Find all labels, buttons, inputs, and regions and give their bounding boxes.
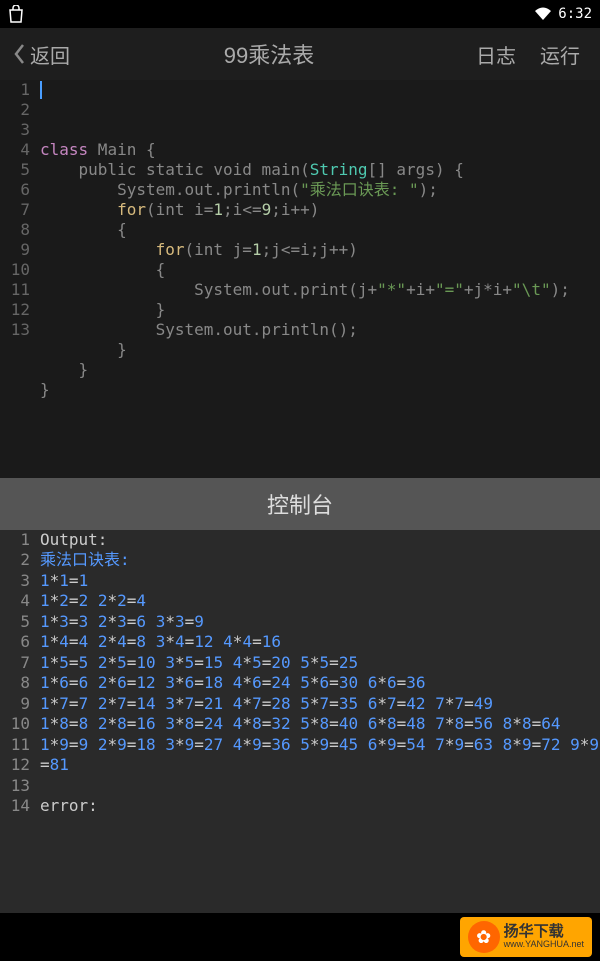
code-editor[interactable]: 12345678910111213 class Main { public st… — [0, 80, 600, 478]
toolbar: 返回 99乘法表 日志 运行 — [0, 28, 600, 80]
log-button[interactable]: 日志 — [468, 40, 524, 69]
table-row: 1*5=5 2*5=10 3*5=15 4*5=20 5*5=25 — [40, 653, 600, 673]
watermark-name: 扬华下载 — [504, 924, 584, 941]
line-number: 11 — [0, 280, 30, 300]
line-number: 10 — [0, 714, 30, 734]
table-row: 1*6=6 2*6=12 3*6=18 4*6=24 5*6=30 6*6=36 — [40, 673, 600, 693]
console-gutter: 1234567891011121314 — [0, 530, 36, 913]
line-number: 9 — [0, 694, 30, 714]
line-number: 6 — [0, 632, 30, 652]
table-row: 1*7=7 2*7=14 3*7=21 4*7=28 5*7=35 6*7=42… — [40, 694, 600, 714]
table-row: 1*2=2 2*2=4 — [40, 591, 600, 611]
status-bar: 6:32 — [0, 0, 600, 28]
code-line: { — [40, 220, 600, 240]
table-row: 1*4=4 2*4=8 3*4=12 4*4=16 — [40, 632, 600, 652]
code-line: } — [40, 300, 600, 320]
bottom-bar: ✿ 扬华下载 www.YANGHUA.net — [0, 913, 600, 961]
code-line: System.out.print(j+"*"+i+"="+j*i+"\t"); — [40, 280, 600, 300]
line-number: 9 — [0, 240, 30, 260]
code-line: class Main { — [40, 140, 600, 160]
line-number: 2 — [0, 550, 30, 570]
cursor-icon — [40, 81, 42, 99]
line-number: 8 — [0, 220, 30, 240]
line-number: 13 — [0, 320, 30, 340]
line-number: 6 — [0, 180, 30, 200]
status-left — [8, 5, 24, 23]
code-line: } — [40, 380, 600, 400]
code-line: } — [40, 340, 600, 360]
line-number: 8 — [0, 673, 30, 693]
line-number: 3 — [0, 120, 30, 140]
code-line: { — [40, 260, 600, 280]
watermark: ✿ 扬华下载 www.YANGHUA.net — [460, 917, 592, 957]
line-number: 4 — [0, 591, 30, 611]
line-number: 7 — [0, 200, 30, 220]
console-header: 控制台 — [0, 478, 600, 530]
code-line: for(int j=1;j<=i;j++) — [40, 240, 600, 260]
bag-icon — [8, 5, 24, 23]
code-line: System.out.println(); — [40, 320, 600, 340]
console-content: Output:乘法口诀表:1*1=11*2=2 2*2=41*3=3 2*3=6… — [36, 530, 600, 913]
watermark-text: 扬华下载 www.YANGHUA.net — [504, 924, 584, 950]
back-button[interactable]: 返回 — [12, 40, 70, 69]
editor-gutter: 12345678910111213 — [0, 80, 36, 478]
table-row: 1*9=9 2*9=18 3*9=27 4*9=36 5*9=45 6*9=54… — [40, 735, 600, 776]
code-line: for(int i=1;i<=9;i++) — [40, 200, 600, 220]
line-number: 12 — [0, 300, 30, 320]
status-right: 6:32 — [534, 6, 592, 22]
run-button[interactable]: 运行 — [532, 40, 588, 69]
code-line: System.out.println("乘法口诀表: "); — [40, 180, 600, 200]
output-label: Output: — [40, 530, 600, 550]
line-number: 3 — [0, 571, 30, 591]
console-panel: 1234567891011121314 Output:乘法口诀表:1*1=11*… — [0, 530, 600, 913]
watermark-logo-icon: ✿ — [468, 921, 500, 953]
back-label: 返回 — [30, 40, 70, 69]
line-number: 12 — [0, 755, 30, 775]
blank-line — [40, 817, 600, 837]
line-number: 13 — [0, 776, 30, 796]
code-content[interactable]: class Main { public static void main(Str… — [36, 80, 600, 478]
code-line: } — [40, 360, 600, 380]
error-label: error: — [40, 796, 600, 816]
chevron-left-icon — [12, 42, 26, 66]
code-line: public static void main(String[] args) { — [40, 160, 600, 180]
line-number: 4 — [0, 140, 30, 160]
line-number: 11 — [0, 735, 30, 755]
line-number: 14 — [0, 796, 30, 816]
blank-line — [40, 776, 600, 796]
table-label: 乘法口诀表: — [40, 550, 600, 570]
line-number: 1 — [0, 530, 30, 550]
table-row: 1*3=3 2*3=6 3*3=9 — [40, 612, 600, 632]
page-title: 99乘法表 — [78, 38, 460, 70]
line-number: 7 — [0, 653, 30, 673]
table-row: 1*8=8 2*8=16 3*8=24 4*8=32 5*8=40 6*8=48… — [40, 714, 600, 734]
wifi-icon — [534, 7, 552, 21]
line-number: 2 — [0, 100, 30, 120]
status-time: 6:32 — [558, 6, 592, 22]
line-number: 10 — [0, 260, 30, 280]
line-number: 5 — [0, 612, 30, 632]
watermark-url: www.YANGHUA.net — [504, 940, 584, 950]
line-number: 5 — [0, 160, 30, 180]
table-row: 1*1=1 — [40, 571, 600, 591]
line-number: 1 — [0, 80, 30, 100]
